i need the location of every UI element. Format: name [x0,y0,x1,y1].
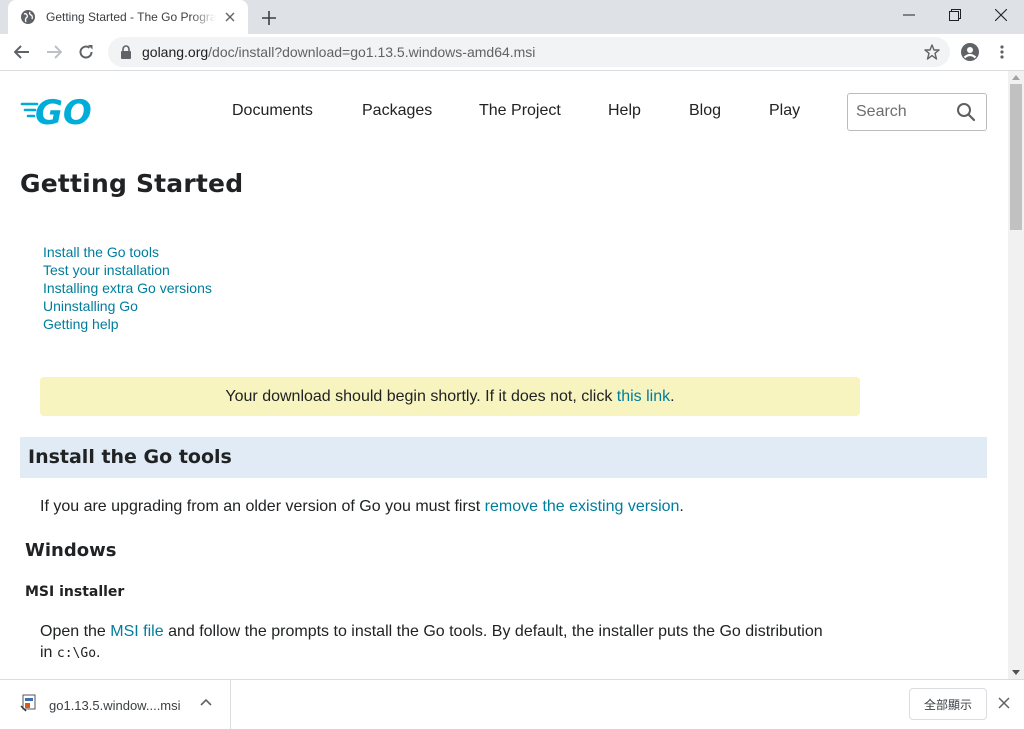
nav-packages[interactable]: Packages [362,102,432,120]
menu-kebab-icon[interactable] [988,38,1016,66]
page-title: Getting Started [20,169,244,198]
toc-link-uninstall[interactable]: Uninstalling Go [43,298,138,314]
show-all-button[interactable]: 全部顯示 [909,688,987,720]
nav-the-project[interactable]: The Project [479,102,561,120]
browser-tab[interactable]: Getting Started - The Go Programming Lan… [8,0,248,34]
browser-toolbar: golang.org/doc/install?download=go1.13.5… [0,34,1024,71]
download-item[interactable]: go1.13.5.window....msi [0,680,231,729]
toc-item: Getting help [43,315,212,333]
download-shelf: go1.13.5.window....msi 全部顯示 [0,679,1024,729]
vertical-scrollbar[interactable] [1008,71,1024,679]
download-notice: Your download should begin shortly. If i… [40,377,860,416]
toc-item: Installing extra Go versions [43,279,212,297]
logo-text: GO [35,95,92,127]
url-host: golang.org [142,44,209,60]
msi-heading: MSI installer [25,584,125,600]
chevron-up-icon[interactable] [200,698,212,706]
upgrade-paragraph: If you are upgrading from an older versi… [40,497,684,517]
restore-icon[interactable] [932,0,978,30]
new-tab-icon[interactable] [258,7,280,29]
toc-link-help[interactable]: Getting help [43,316,119,332]
notice-text: Your download should begin shortly. If i… [225,387,617,405]
remove-existing-link[interactable]: remove the existing version [485,498,680,515]
search-input[interactable] [856,103,952,121]
search-box [847,93,987,131]
lock-icon [121,45,131,59]
msi-paragraph-line2: in c:\Go. [40,643,101,664]
search-icon[interactable] [956,102,976,122]
globe-icon [21,10,35,24]
url-text: golang.org/doc/install?download=go1.13.5… [142,44,535,60]
install-path-code: c:\Go [56,646,97,661]
section-title: Install the Go tools [28,446,232,468]
minimize-icon[interactable] [886,0,932,30]
msi-file-icon [20,694,36,712]
window-close-icon[interactable] [978,0,1024,30]
nav-help[interactable]: Help [608,102,641,120]
msi-text: and follow the prompts to install the Go… [163,623,823,640]
bookmark-star-icon[interactable] [924,44,940,60]
section-header: Install the Go tools [20,437,987,478]
msi-paragraph: Open the MSI file and follow the prompts… [40,622,823,642]
profile-icon[interactable] [956,38,984,66]
back-icon[interactable] [8,38,36,66]
msi-prefix: Open the [40,623,111,640]
toc-item: Test your installation [43,261,212,279]
msi-line2-prefix: in [40,644,57,661]
download-filename: go1.13.5.window....msi [49,698,181,713]
toc-item: Uninstalling Go [43,297,212,315]
address-bar[interactable]: golang.org/doc/install?download=go1.13.5… [108,37,950,67]
scrollbar-thumb[interactable] [1010,84,1022,230]
go-logo[interactable]: GO [20,95,104,127]
notice-suffix: . [670,387,675,405]
table-of-contents: Install the Go tools Test your installat… [43,243,212,333]
upgrade-suffix: . [679,498,684,515]
url-path: /doc/install?download=go1.13.5.windows-a… [208,44,536,60]
shelf-close-icon[interactable] [998,697,1010,709]
page-viewport: GO Documents Packages The Project Help B… [0,71,1008,679]
toc-item: Install the Go tools [43,243,212,261]
tab-title: Getting Started - The Go Programming Lan… [46,10,216,24]
forward-icon[interactable] [40,38,68,66]
msi-line2-suffix: . [96,644,101,661]
upgrade-text: If you are upgrading from an older versi… [40,498,485,515]
toc-link-install[interactable]: Install the Go tools [43,244,159,260]
reload-icon[interactable] [72,38,100,66]
toc-link-test[interactable]: Test your installation [43,262,170,278]
nav-blog[interactable]: Blog [689,102,721,120]
toc-link-extra-versions[interactable]: Installing extra Go versions [43,280,212,296]
windows-heading: Windows [25,540,117,561]
scroll-down-arrow-icon[interactable] [1012,670,1020,675]
tab-close-icon[interactable] [222,9,238,25]
site-header: GO Documents Packages The Project Help B… [0,71,1008,151]
nav-documents[interactable]: Documents [232,102,313,120]
notice-link[interactable]: this link [617,388,670,406]
scroll-up-arrow-icon[interactable] [1012,75,1020,80]
msi-file-link[interactable]: MSI file [110,623,163,640]
nav-play[interactable]: Play [769,102,800,120]
tab-strip: Getting Started - The Go Programming Lan… [0,0,1024,34]
